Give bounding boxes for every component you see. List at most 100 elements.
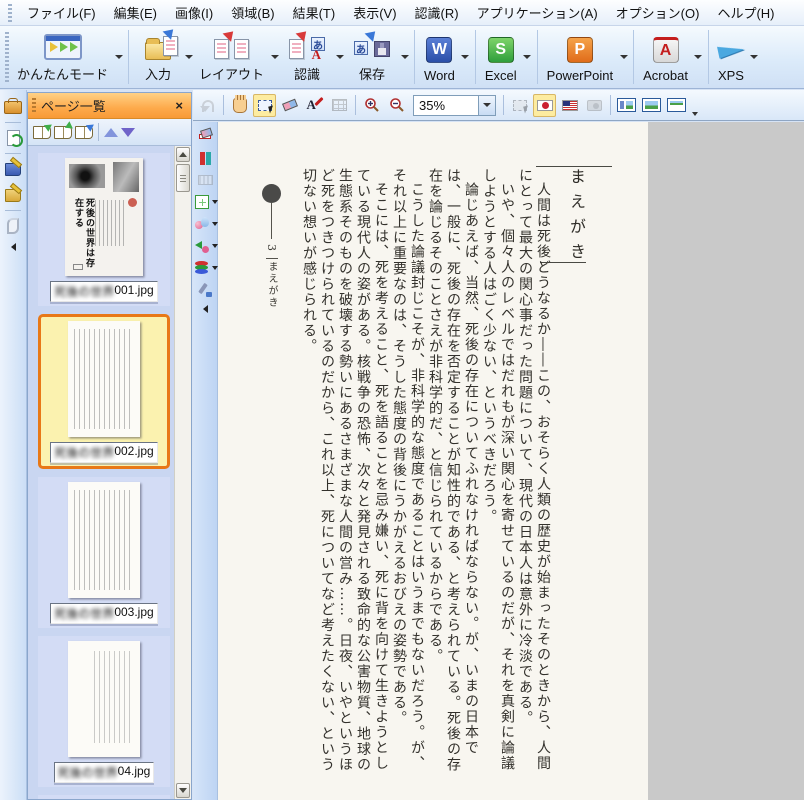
smooth-button[interactable] xyxy=(193,215,211,233)
zoom-in-icon xyxy=(364,97,380,113)
powerpoint-label: PowerPoint xyxy=(547,68,613,83)
page-list-scrollbar[interactable] xyxy=(174,146,191,799)
draw-tool-button[interactable] xyxy=(196,281,214,299)
menu-application[interactable]: アプリケーション(A) xyxy=(468,0,607,25)
easy-mode-dropdown[interactable] xyxy=(113,29,124,85)
save-dropdown[interactable] xyxy=(399,29,410,85)
thumbnail-page-2-selected[interactable]: 死後の世界002.jpg xyxy=(38,314,170,469)
view-layout-1-button[interactable] xyxy=(615,94,638,117)
easy-mode-button[interactable]: かんたんモード xyxy=(12,28,113,86)
menu-image[interactable]: 画像(I) xyxy=(166,0,222,25)
thumbnail-page-3[interactable]: 死後の世界003.jpg xyxy=(38,477,170,628)
menu-help[interactable]: ヘルプ(H) xyxy=(708,0,783,25)
toolbar-separator xyxy=(537,30,538,84)
page-list-grip[interactable] xyxy=(32,98,36,114)
erase-region-button[interactable] xyxy=(196,127,214,145)
collapse-image-toolbar-arrow[interactable] xyxy=(203,305,208,313)
toolbar-separator xyxy=(128,30,129,84)
xps-dropdown[interactable] xyxy=(749,29,760,85)
xps-button[interactable]: XPS xyxy=(713,28,749,86)
powerpoint-dropdown[interactable] xyxy=(618,29,629,85)
word-button[interactable]: W Word xyxy=(419,28,460,86)
easy-mode-label: かんたんモード xyxy=(17,64,108,83)
batch-toolbox-button[interactable] xyxy=(3,97,23,117)
view-layout-3-button[interactable] xyxy=(665,94,688,117)
acrobat-dropdown[interactable] xyxy=(693,29,704,85)
punch-hole-mark xyxy=(262,184,281,203)
view-layout-2-button[interactable] xyxy=(640,94,663,117)
blue-notebook-button[interactable] xyxy=(3,159,23,179)
eraser-tool-button[interactable] xyxy=(278,94,301,117)
insert-page-before-icon[interactable] xyxy=(33,126,51,139)
zoom-level-value[interactable]: 35% xyxy=(413,95,479,116)
replace-page-icon[interactable] xyxy=(75,126,93,139)
enhance-button[interactable] xyxy=(193,237,211,255)
hand-tool-button[interactable] xyxy=(228,94,251,117)
menu-region[interactable]: 領域(B) xyxy=(222,0,283,25)
menu-edit[interactable]: 編集(E) xyxy=(105,0,166,25)
menu-file[interactable]: ファイル(F) xyxy=(18,0,105,25)
layout-dropdown[interactable] xyxy=(269,29,280,85)
layout-button[interactable]: レイアウト xyxy=(194,28,269,86)
recognize-dropdown[interactable] xyxy=(334,29,345,85)
language-english-button[interactable] xyxy=(558,94,581,117)
menu-recognize[interactable]: 認識(R) xyxy=(406,0,468,25)
thumbnail-page-1[interactable]: 死後の世界は存在する 死後の世界001.jpg xyxy=(38,153,170,306)
menu-result[interactable]: 結果(T) xyxy=(284,0,345,25)
select-region-tool-button[interactable] xyxy=(253,94,276,117)
move-page-up-button[interactable] xyxy=(104,128,118,137)
scanned-page[interactable]: まえがき 3 まえがき 人間は死後どうなるか――この、おそらく人類の歴史が始まっ… xyxy=(218,122,648,800)
color-layers-button[interactable] xyxy=(193,259,211,277)
scrollbar-thumb[interactable] xyxy=(176,164,190,192)
zoom-dropdown-button[interactable] xyxy=(479,95,496,116)
enhance-dropdown[interactable] xyxy=(212,244,218,248)
marquee-select-icon xyxy=(258,100,272,111)
cleanup-button[interactable] xyxy=(193,193,211,211)
menu-view[interactable]: 表示(V) xyxy=(344,0,405,25)
powerpoint-button[interactable]: P PowerPoint xyxy=(542,28,618,86)
document-region: A 35% xyxy=(193,90,804,800)
word-dropdown[interactable] xyxy=(460,29,471,85)
yellow-notebook-button[interactable] xyxy=(3,185,23,205)
document-process-button[interactable] xyxy=(3,128,23,148)
color-layers-dropdown[interactable] xyxy=(212,266,218,270)
menu-bar: ファイル(F) 編集(E) 画像(I) 領域(B) 結果(T) 表示(V) 認識… xyxy=(0,0,804,26)
zoom-out-icon xyxy=(389,97,405,113)
powerpoint-icon: P xyxy=(567,37,593,63)
left-toolbar xyxy=(0,90,27,800)
zoom-level-combobox[interactable]: 35% xyxy=(413,95,496,116)
page-list-title: ページ一覧 xyxy=(41,96,173,115)
language-japanese-button[interactable] xyxy=(533,94,556,117)
thumbnail-filename: 死後の世界002.jpg xyxy=(50,442,157,463)
excel-icon: S xyxy=(488,37,514,63)
history-button[interactable] xyxy=(3,216,23,236)
page-list-close-icon[interactable]: × xyxy=(173,98,185,113)
thumbnail-page-4[interactable]: 死後の世界04.jpg xyxy=(38,636,170,787)
thumbnail-page-5[interactable] xyxy=(38,795,170,799)
text-correct-tool-button[interactable]: A xyxy=(303,94,326,117)
excel-button[interactable]: S Excel xyxy=(480,28,522,86)
save-button[interactable]: あ 保存 xyxy=(345,28,399,86)
menubar-grip xyxy=(8,4,12,22)
input-button[interactable]: 入力 xyxy=(133,28,183,86)
zoom-in-button[interactable] xyxy=(360,94,383,117)
acrobat-button[interactable]: A Acrobat xyxy=(638,28,693,86)
menu-option[interactable]: オプション(O) xyxy=(607,0,709,25)
input-dropdown[interactable] xyxy=(183,29,194,85)
excel-dropdown[interactable] xyxy=(522,29,533,85)
zoom-out-button[interactable] xyxy=(385,94,408,117)
toolbar-overflow-arrow[interactable] xyxy=(692,112,698,116)
thumbnail-filename: 死後の世界003.jpg xyxy=(50,603,157,624)
thumbnail-cover-image: 死後の世界は存在する xyxy=(65,158,143,276)
toolbar-separator xyxy=(633,30,634,84)
scroll-down-button[interactable] xyxy=(176,783,190,798)
split-color-button[interactable] xyxy=(196,149,214,167)
excel-label: Excel xyxy=(485,68,517,83)
insert-page-after-icon[interactable] xyxy=(54,126,72,139)
cleanup-dropdown[interactable] xyxy=(212,200,218,204)
move-page-down-button[interactable] xyxy=(121,128,135,137)
recognize-button[interactable]: あ A 認識 xyxy=(280,28,334,86)
smooth-dropdown[interactable] xyxy=(212,222,218,226)
scroll-up-button[interactable] xyxy=(176,147,190,162)
collapse-left-rail-arrow[interactable] xyxy=(11,243,16,251)
